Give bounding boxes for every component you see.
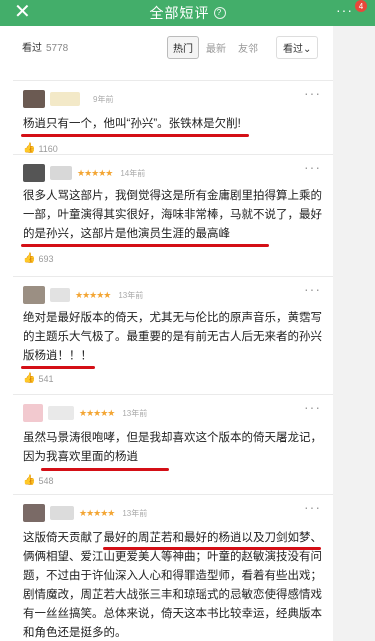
review-time: 9年前 xyxy=(93,94,114,104)
notification-badge: 4 xyxy=(355,0,367,12)
rating-stars: ★★★★★ xyxy=(79,507,115,518)
like-count[interactable]: 👍 693 xyxy=(23,253,53,264)
review-text: 虽然马景涛很咆哮，但是我却喜欢这个版本的倚天屠龙记，因为我喜欢里面的杨逍 xyxy=(23,432,322,463)
review-time: 14年前 xyxy=(120,168,146,178)
username-redacted[interactable] xyxy=(50,506,74,520)
avatar[interactable] xyxy=(23,90,45,108)
thumbs-up-icon: 👍 xyxy=(23,143,36,154)
avatar[interactable] xyxy=(23,286,45,304)
seen-count: 看过 5778 xyxy=(22,39,68,54)
avatar[interactable] xyxy=(23,504,45,522)
like-number: 541 xyxy=(38,373,54,384)
like-count[interactable]: 👍 1160 xyxy=(23,143,58,154)
tab-latest[interactable]: 最新 xyxy=(201,37,231,58)
tab-friends[interactable]: 友邻 xyxy=(233,37,263,58)
page-title: 全部短评 ? xyxy=(150,3,226,23)
page-title-text: 全部短评 xyxy=(149,5,210,21)
thumbs-up-icon: 👍 xyxy=(23,475,36,486)
rating-stars: ★★★★★ xyxy=(75,289,111,300)
review-card: 9年前 ··· 杨逍只有一个，他叫“孙兴”。张铁林是欠削! 👍 1160 xyxy=(13,80,333,160)
like-number: 693 xyxy=(38,253,54,264)
like-count[interactable]: 👍 541 xyxy=(23,373,53,384)
review-meta: ★★★★★ 13年前 xyxy=(23,403,147,423)
like-count[interactable]: 👍 548 xyxy=(23,475,53,486)
like-number: 1160 xyxy=(38,143,58,154)
tab-hot[interactable]: 热门 xyxy=(167,36,199,59)
review-time: 13年前 xyxy=(122,408,148,418)
thumbs-up-icon: 👍 xyxy=(23,373,36,384)
review-text: 很多人骂这部片，我倒觉得这是所有金庸剧里拍得算上乘的一部，叶童演得其实很好，海味… xyxy=(23,190,322,240)
username-redacted[interactable] xyxy=(50,288,70,302)
review-more-icon[interactable]: ··· xyxy=(304,499,321,515)
review-meta: ★★★★★ 13年前 xyxy=(23,285,143,305)
review-text: 这版倚天贡献了最好的周芷若和最好的杨逍以及刀剑如梦、俩俩相望、爱江山更爱美人等神… xyxy=(23,532,322,639)
watched-filter-dropdown[interactable]: 看过⌄ xyxy=(276,36,319,59)
red-underline xyxy=(103,547,321,550)
username-redacted[interactable] xyxy=(50,92,80,106)
seen-number: 5778 xyxy=(46,43,69,54)
rating-stars: ★★★★★ xyxy=(77,167,113,178)
red-underline xyxy=(21,134,249,137)
review-meta: 9年前 xyxy=(23,89,113,109)
sort-tabs: 热门 最新 友邻 xyxy=(167,36,263,59)
top-bar: ✕ 全部短评 ? ··· 4 xyxy=(0,0,375,26)
review-meta: ★★★★★ 13年前 xyxy=(23,503,147,523)
review-card: ★★★★★ 13年前 ··· 绝对是最好版本的倚天，尤其无与伦比的原声音乐，黄霑… xyxy=(13,276,333,388)
review-time: 13年前 xyxy=(118,290,144,300)
close-icon[interactable]: ✕ xyxy=(14,1,31,23)
username-redacted[interactable] xyxy=(48,406,74,420)
red-underline xyxy=(21,244,269,247)
thumbs-up-icon: 👍 xyxy=(23,253,36,264)
review-more-icon[interactable]: ··· xyxy=(304,159,321,175)
like-number: 548 xyxy=(38,475,54,486)
avatar[interactable] xyxy=(23,164,45,182)
username-redacted[interactable] xyxy=(50,166,72,180)
review-more-icon[interactable]: ··· xyxy=(304,85,321,101)
filter-bar: 看过 5778 热门 最新 友邻 看过⌄ xyxy=(0,26,333,64)
red-underline xyxy=(21,366,95,369)
review-more-icon[interactable]: ··· xyxy=(304,399,321,415)
help-icon[interactable]: ? xyxy=(213,7,226,19)
review-text: 杨逍只有一个，他叫“孙兴”。张铁林是欠削! xyxy=(23,118,241,130)
avatar[interactable] xyxy=(23,404,43,422)
review-card: ★★★★★ 13年前 ··· 这版倚天贡献了最好的周芷若和最好的杨逍以及刀剑如梦… xyxy=(13,494,333,641)
seen-label: 看过 xyxy=(22,43,42,54)
right-gutter xyxy=(333,26,375,641)
review-text: 绝对是最好版本的倚天，尤其无与伦比的原声音乐，黄霑写的主题乐大气极了。最重要的是… xyxy=(23,312,322,362)
rating-stars: ★★★★★ xyxy=(79,407,115,418)
review-time: 13年前 xyxy=(122,508,148,518)
more-options-icon[interactable]: ··· xyxy=(336,2,353,18)
review-meta: ★★★★★ 14年前 xyxy=(23,163,145,183)
review-more-icon[interactable]: ··· xyxy=(304,281,321,297)
red-underline xyxy=(41,468,169,471)
review-card: ★★★★★ 14年前 ··· 很多人骂这部片，我倒觉得这是所有金庸剧里拍得算上乘… xyxy=(13,154,333,270)
review-card: ★★★★★ 13年前 ··· 虽然马景涛很咆哮，但是我却喜欢这个版本的倚天屠龙记… xyxy=(13,394,333,488)
